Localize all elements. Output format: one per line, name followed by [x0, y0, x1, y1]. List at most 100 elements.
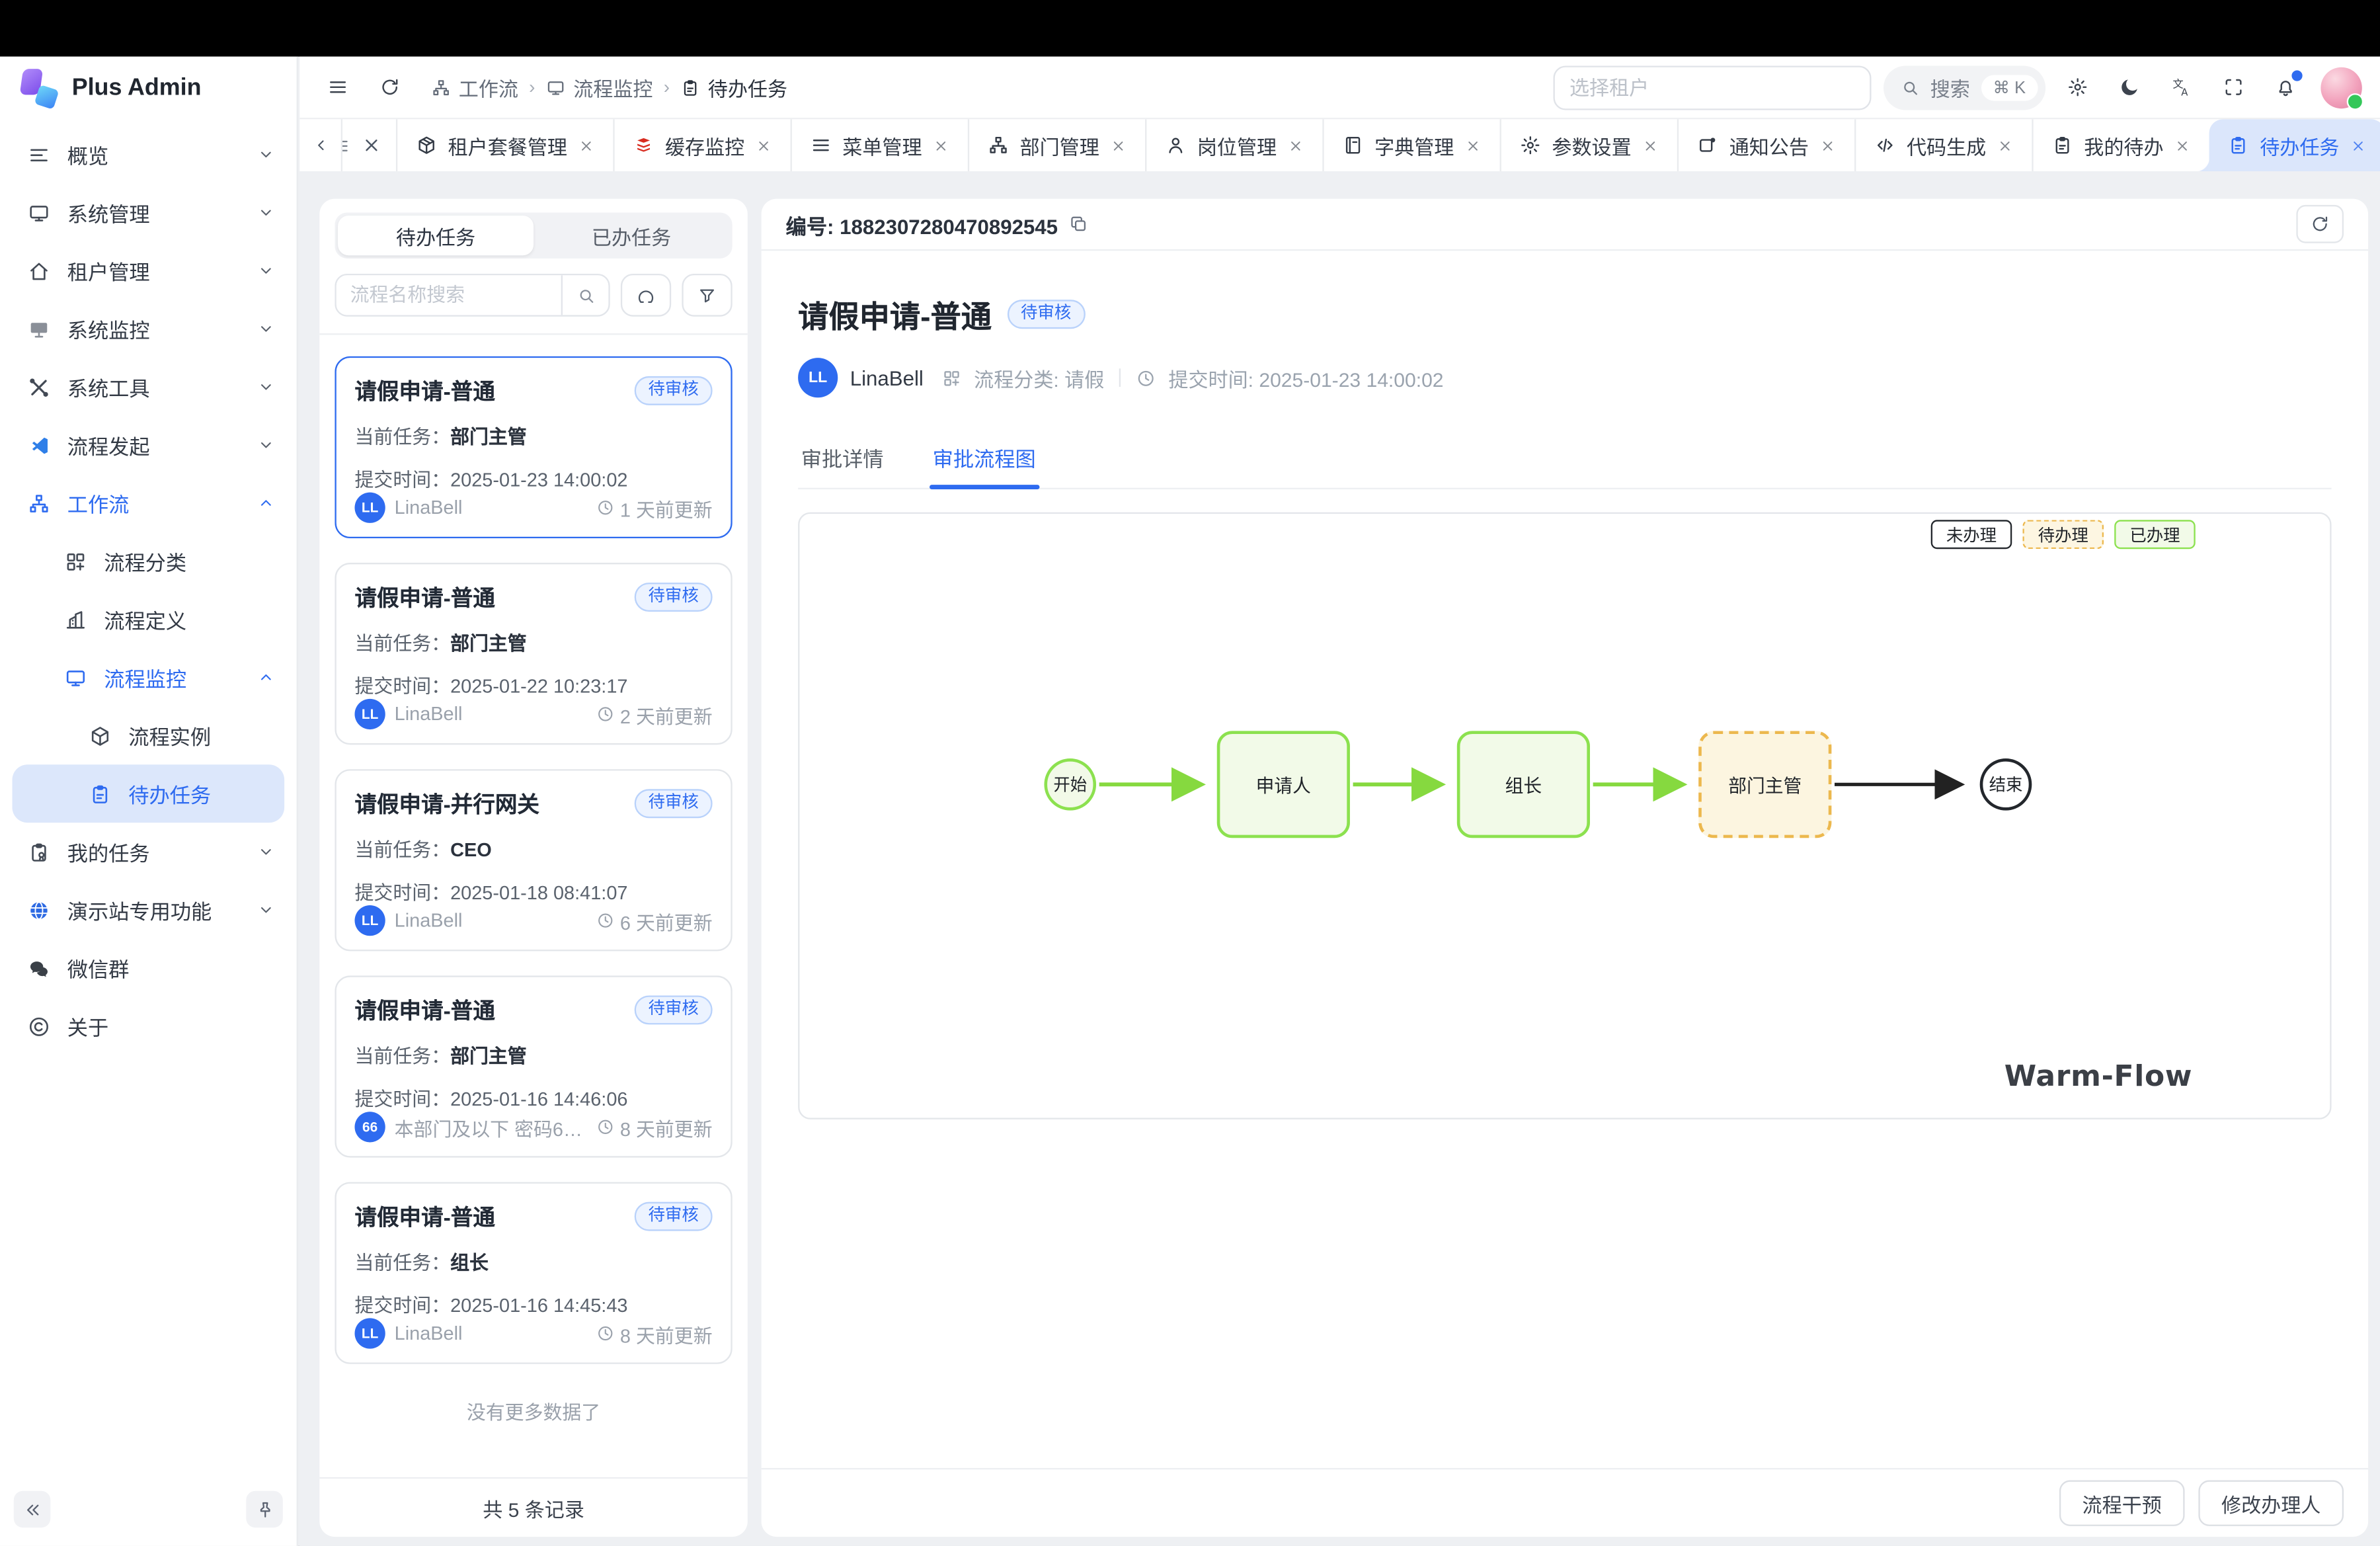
- task-card[interactable]: 请假申请-普通待审核 当前任务：组长 提交时间：2025-01-16 14:45…: [335, 1182, 732, 1364]
- copy-icon[interactable]: [1068, 214, 1088, 234]
- breadcrumb-workflow[interactable]: 工作流: [431, 73, 518, 102]
- tab-dict-mgmt[interactable]: 字典管理: [1324, 119, 1501, 171]
- code-icon: [1874, 135, 1895, 156]
- avatar: LL: [355, 1318, 385, 1348]
- close-icon[interactable]: [2174, 137, 2191, 153]
- segment-todo-tasks[interactable]: 待办任务: [338, 216, 534, 255]
- sidebar-item-my-tasks[interactable]: 我的任务: [0, 823, 297, 881]
- content-area: 待办任务 已办任务 请假申请-普通待审核 当前任务：部门主管 提交时间：2025…: [299, 171, 2380, 1546]
- user-avatar[interactable]: [2320, 67, 2361, 108]
- flowchart-canvas[interactable]: 未办理 待办理 已办理 开始: [798, 512, 2331, 1119]
- search-button[interactable]: [561, 275, 609, 315]
- notice-icon: [1697, 135, 1718, 156]
- app-logo[interactable]: Plus Admin: [0, 57, 297, 120]
- sidebar-pin-button[interactable]: [246, 1491, 283, 1528]
- logo-icon: [20, 69, 58, 107]
- filter-button[interactable]: [682, 274, 732, 317]
- cube-icon: [89, 724, 112, 747]
- notifications-bell-button[interactable]: [2266, 67, 2305, 107]
- sidebar-item-workflow[interactable]: 工作流: [0, 474, 297, 532]
- tab-codegen[interactable]: 代码生成: [1856, 119, 2034, 171]
- book-icon: [1343, 135, 1364, 156]
- flow-node-applicant[interactable]: 申请人: [1217, 731, 1350, 838]
- task-card[interactable]: 请假申请-普通待审核 当前任务：部门主管 提交时间：2025-01-23 14:…: [335, 356, 732, 538]
- tab-tenant-package[interactable]: 租户套餐管理: [397, 119, 614, 171]
- sidebar-item-process-launch[interactable]: 流程发起: [0, 416, 297, 474]
- task-card[interactable]: 请假申请-并行网关待审核 当前任务：CEO 提交时间：2025-01-18 08…: [335, 769, 732, 951]
- sidebar-item-process-instance[interactable]: 流程实例: [0, 706, 297, 764]
- flow-node-dept-manager[interactable]: 部门主管: [1698, 731, 1831, 838]
- breadcrumb-separator: ›: [529, 77, 535, 98]
- settings-gear-button[interactable]: [2058, 67, 2098, 107]
- sidebar-item-system-tools[interactable]: 系统工具: [0, 358, 297, 416]
- breadcrumb-todo-tasks[interactable]: 待办任务: [680, 73, 787, 102]
- flow-node-end[interactable]: 结束: [1980, 758, 2032, 811]
- task-card[interactable]: 请假申请-普通待审核 当前任务：部门主管 提交时间：2025-01-16 14:…: [335, 975, 732, 1157]
- process-name-search-input[interactable]: [337, 275, 561, 315]
- close-icon[interactable]: [2350, 137, 2367, 153]
- close-icon[interactable]: [1997, 137, 2013, 153]
- tab-post-mgmt[interactable]: 岗位管理: [1147, 119, 1324, 171]
- sidebar-item-system-mgmt[interactable]: 系统管理: [0, 184, 297, 242]
- sidebar-item-about[interactable]: 关于: [0, 997, 297, 1055]
- close-icon[interactable]: [1642, 137, 1659, 153]
- sidebar-item-overview[interactable]: 概览: [0, 126, 297, 184]
- hamburger-menu-button[interactable]: [318, 67, 358, 107]
- close-icon[interactable]: [1287, 137, 1304, 153]
- sidebar-item-process-monitor[interactable]: 流程监控: [0, 649, 297, 707]
- close-icon[interactable]: [755, 137, 772, 153]
- workflow-tree-icon: [28, 491, 51, 514]
- tab-param-settings[interactable]: 参数设置: [1501, 119, 1679, 171]
- tab-my-todo[interactable]: 我的待办: [2034, 119, 2209, 171]
- warm-flow-watermark: Warm-Flow: [2004, 1060, 2192, 1094]
- sidebar-item-process-definition[interactable]: 流程定义: [0, 590, 297, 649]
- tenant-select-input[interactable]: [1553, 65, 1871, 109]
- package-icon: [416, 135, 437, 156]
- breadcrumb-process-monitor[interactable]: 流程监控: [546, 73, 653, 102]
- flow-node-start[interactable]: 开始: [1044, 758, 1096, 811]
- language-switch-button[interactable]: [2162, 67, 2202, 107]
- refresh-page-button[interactable]: [370, 67, 410, 107]
- flow-node-team-leader[interactable]: 组长: [1457, 731, 1590, 838]
- search-icon: [576, 285, 596, 305]
- screen-top-bar: [0, 0, 2380, 57]
- global-search-button[interactable]: 搜索 ⌘ K: [1883, 65, 2045, 109]
- close-icon[interactable]: [578, 137, 594, 153]
- sidebar-item-demo-features[interactable]: 演示站专用功能: [0, 881, 297, 939]
- task-card[interactable]: 请假申请-普通待审核 当前任务：部门主管 提交时间：2025-01-22 10:…: [335, 563, 732, 745]
- tab-approval-detail[interactable]: 审批详情: [798, 430, 887, 488]
- close-icon[interactable]: [1465, 137, 1482, 153]
- segment-done-tasks[interactable]: 已办任务: [534, 216, 729, 255]
- close-icon[interactable]: [1819, 137, 1836, 153]
- change-assignee-button[interactable]: 修改办理人: [2198, 1481, 2344, 1526]
- tab-approval-flowchart[interactable]: 审批流程图: [930, 430, 1039, 488]
- close-icon[interactable]: [933, 137, 949, 153]
- status-badge: 待审核: [635, 1201, 713, 1232]
- tab-dept-mgmt[interactable]: 部门管理: [969, 119, 1146, 171]
- sidebar: Plus Admin 概览 系统管理 租户管理 系统监控 系统工具 流程发起 工…: [0, 57, 298, 1546]
- chevron-down-icon: [257, 145, 276, 164]
- tools-icon: [28, 376, 51, 399]
- close-icon[interactable]: [361, 135, 382, 156]
- task-list-panel: 待办任务 已办任务 请假申请-普通待审核 当前任务：部门主管 提交时间：2025…: [319, 199, 748, 1537]
- sidebar-collapse-button[interactable]: [14, 1491, 51, 1528]
- tab-notice[interactable]: 通知公告: [1679, 119, 1856, 171]
- tab-todo-tasks[interactable]: 待办任务: [2209, 119, 2380, 171]
- sidebar-item-process-category[interactable]: 流程分类: [0, 532, 297, 590]
- tab-partial[interactable]: [342, 119, 397, 171]
- clipboard-icon: [2052, 135, 2073, 156]
- reset-button[interactable]: [621, 274, 671, 317]
- dark-mode-toggle[interactable]: [2110, 67, 2149, 107]
- sidebar-item-system-monitor[interactable]: 系统监控: [0, 300, 297, 358]
- clipboard-icon: [2228, 135, 2249, 156]
- sidebar-item-wechat-group[interactable]: 微信群: [0, 939, 297, 997]
- sidebar-item-tenant-mgmt[interactable]: 租户管理: [0, 241, 297, 300]
- fullscreen-button[interactable]: [2214, 67, 2254, 107]
- sidebar-item-todo-tasks[interactable]: 待办任务: [13, 764, 285, 823]
- tab-menu-mgmt[interactable]: 菜单管理: [792, 119, 969, 171]
- process-intervene-button[interactable]: 流程干预: [2059, 1481, 2185, 1526]
- tabs-scroll-left-button[interactable]: [299, 119, 342, 171]
- tab-cache-monitor[interactable]: 缓存监控: [615, 119, 792, 171]
- close-icon[interactable]: [1110, 137, 1127, 153]
- detail-refresh-button[interactable]: [2296, 205, 2344, 243]
